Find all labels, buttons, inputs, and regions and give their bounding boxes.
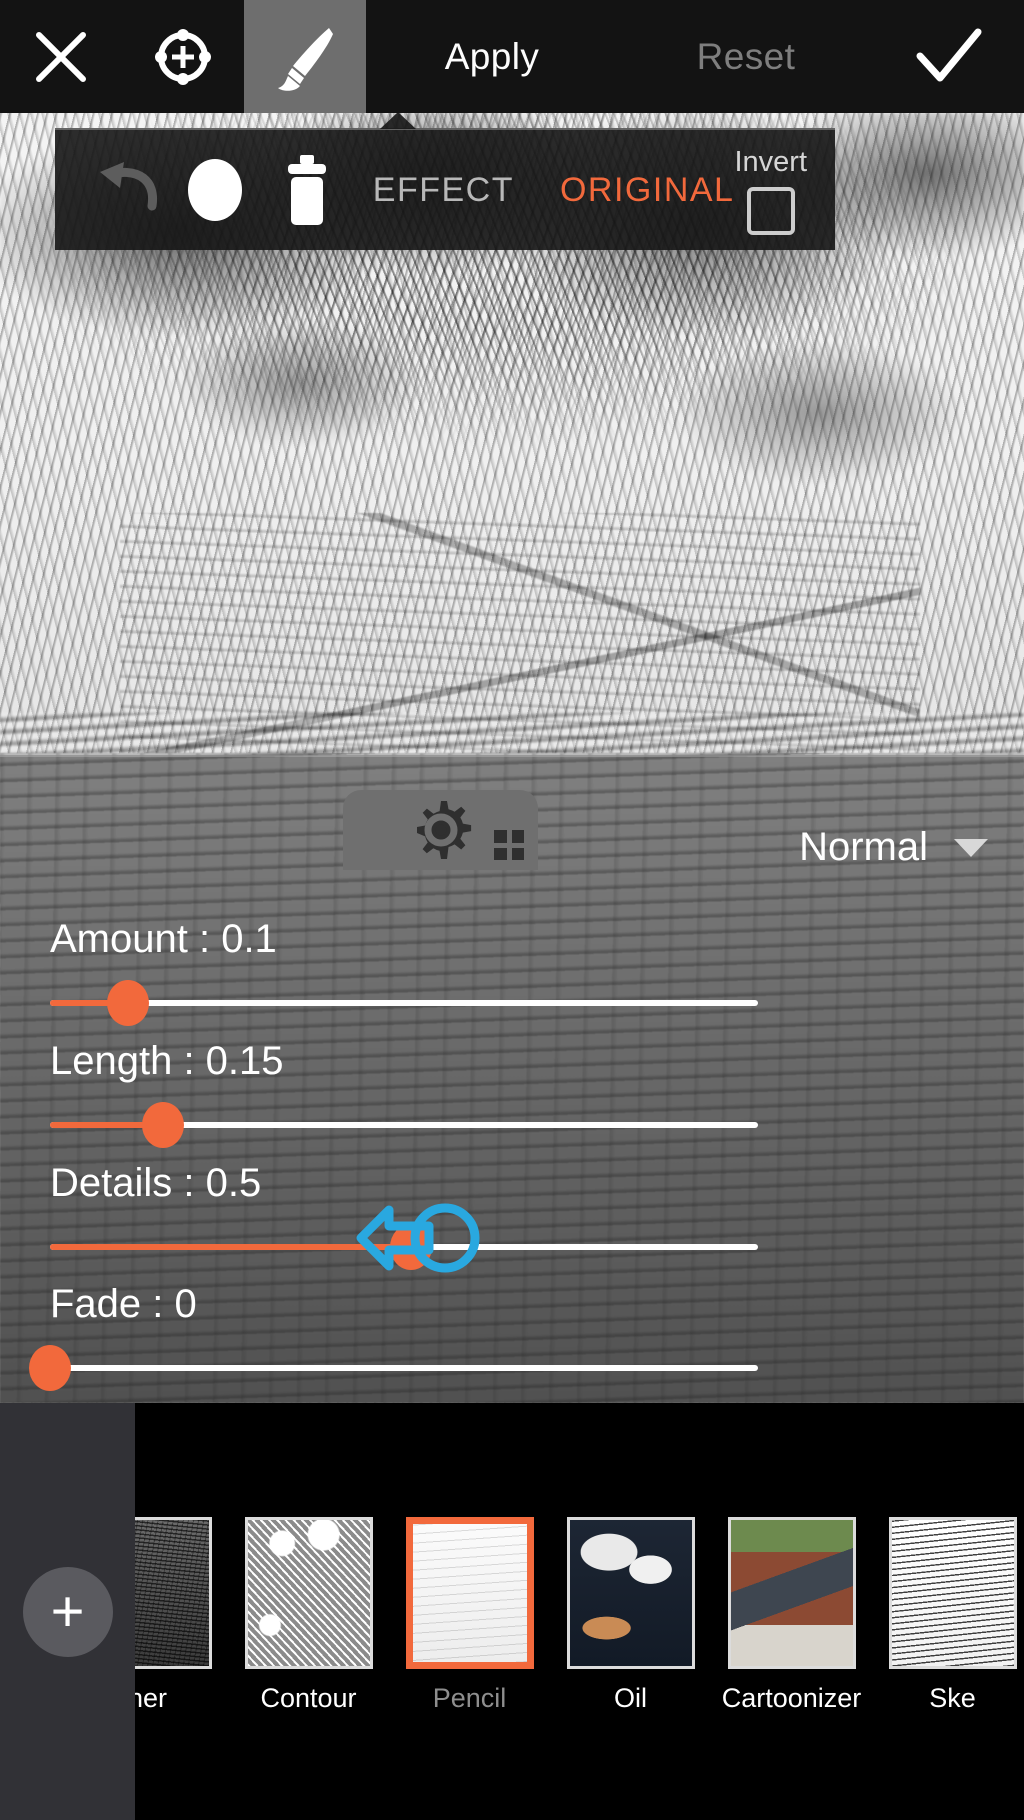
apply-button[interactable]: Apply [366, 0, 618, 113]
filled-circle-icon [187, 159, 242, 221]
effect-original-bar: EFFECT ORIGINAL Invert [55, 112, 835, 250]
filter-item-contour[interactable]: Contour [228, 1509, 389, 1714]
filter-thumbnail-image [405, 1517, 534, 1669]
brush-shape-button[interactable] [171, 159, 259, 221]
trash-can-icon [287, 155, 326, 225]
undo-arrow-icon [99, 162, 157, 211]
slider-length-thumb[interactable] [142, 1102, 185, 1148]
filter-item-cartoonizer[interactable]: Cartoonizer [711, 1509, 872, 1714]
add-effect-zone[interactable]: + [0, 1403, 135, 1820]
filter-item-label: Pencil [432, 1683, 507, 1713]
brush-tool-button[interactable] [244, 0, 366, 113]
grid-dots-icon [494, 830, 524, 860]
filter-thumbnail-list[interactable]: her Contour Pencil Oil Cartoonizer Ske [135, 1403, 1024, 1820]
slider-length[interactable]: Length : 0.15 [50, 1039, 974, 1148]
slider-amount-track[interactable] [50, 980, 758, 1026]
filter-item-label: Cartoonizer [721, 1683, 862, 1713]
slider-length-track[interactable] [50, 1102, 758, 1148]
invert-label: Invert [734, 145, 807, 178]
left-arrow-annotation [356, 1203, 480, 1273]
blend-mode-dropdown[interactable]: Normal [799, 825, 988, 870]
filter-thumbnail-image [244, 1517, 373, 1669]
filter-item-label: Oil [614, 1683, 647, 1713]
gear-settings-icon [416, 801, 471, 859]
effect-toggle[interactable]: EFFECT [373, 171, 514, 210]
filter-thumbnail-image [888, 1517, 1017, 1669]
slider-fade-track[interactable] [29, 1345, 758, 1391]
slider-amount[interactable]: Amount : 0.1 [50, 917, 974, 1026]
slider-amount-thumb[interactable] [106, 980, 149, 1026]
delete-button[interactable] [259, 153, 355, 227]
filter-thumbnail-image [135, 1517, 212, 1669]
filter-item-label: Ske [929, 1683, 976, 1713]
filter-item-oil[interactable]: Oil [550, 1509, 711, 1714]
invert-control[interactable]: Invert [734, 146, 813, 235]
undo-button[interactable] [83, 158, 171, 222]
filter-item-her[interactable]: her [135, 1509, 228, 1714]
target-crosshair-icon [155, 28, 211, 85]
filter-item-label: her [135, 1683, 168, 1713]
filter-item-pencil[interactable]: Pencil [389, 1509, 550, 1714]
add-effect-button[interactable]: + [22, 1566, 113, 1657]
filter-item-label: Contour [260, 1683, 357, 1713]
slider-length-label: Length : 0.15 [50, 1039, 284, 1083]
slider-amount-label: Amount : 0.1 [50, 917, 277, 961]
slider-details[interactable]: Details : 0.5 [50, 1161, 974, 1270]
original-toggle[interactable]: ORIGINAL [560, 171, 734, 210]
reset-label: Reset [696, 35, 796, 77]
target-tool-button[interactable] [122, 0, 244, 113]
filter-strip: + her Contour Pencil Oil Cartoonizer Ske [0, 1403, 1024, 1820]
confirm-button[interactable] [874, 0, 1024, 113]
close-button[interactable] [0, 0, 122, 113]
blend-mode-value: Normal [799, 825, 928, 869]
top-toolbar: Apply Reset [0, 0, 1024, 113]
reset-button[interactable]: Reset [618, 0, 874, 113]
bar-caret-icon [380, 112, 416, 129]
apply-label: Apply [444, 35, 540, 77]
slider-fade-thumb[interactable] [29, 1345, 71, 1391]
filter-thumbnail-image [727, 1517, 856, 1669]
slider-details-label: Details : 0.5 [50, 1161, 262, 1205]
paintbrush-icon [278, 27, 333, 91]
chevron-down-icon [954, 838, 988, 857]
checkmark-icon [916, 28, 982, 81]
filter-item-ske[interactable]: Ske [872, 1509, 1024, 1714]
filter-thumbnail-image [566, 1517, 695, 1669]
slider-fade[interactable]: Fade : 0 [29, 1282, 974, 1391]
invert-checkbox[interactable] [746, 186, 795, 235]
slider-fade-label: Fade : 0 [50, 1282, 197, 1326]
effect-settings-button[interactable] [343, 790, 538, 870]
close-x-icon [36, 31, 86, 82]
